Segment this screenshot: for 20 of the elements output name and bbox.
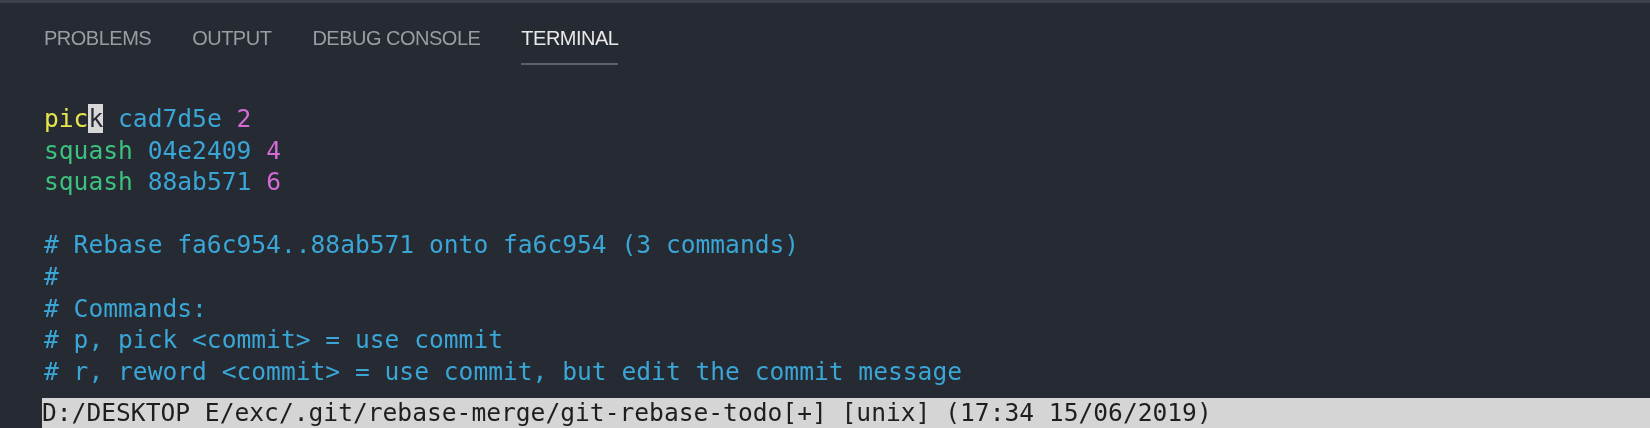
terminal-text: pic: [44, 104, 89, 133]
terminal-text: cad7d5e: [117, 104, 223, 133]
terminal-text: # Commands:: [44, 293, 207, 323]
panel-tab[interactable]: PROBLEMS: [44, 27, 152, 65]
panel-tab[interactable]: DEBUG CONSOLE: [312, 27, 481, 65]
panel-tab[interactable]: OUTPUT: [192, 27, 272, 65]
terminal-text: 6: [266, 167, 281, 197]
terminal-text: # r, reword <commit> = use commit, but edit the commit message: [44, 356, 962, 386]
panel-tab[interactable]: TERMINAL: [521, 27, 619, 65]
terminal-text: 04e2409: [147, 135, 253, 165]
terminal-text: # p, pick <commit> = use commit: [44, 325, 503, 355]
terminal-text: 2: [236, 104, 252, 133]
terminal-text: 88ab571: [147, 167, 253, 197]
terminal-text: squash: [44, 135, 134, 165]
status-bar: D:/DESKTOP E/exc/.git/rebase-merge/git-rebase-todo[+] [unix] (17:34 15/06/2019): [42, 398, 1650, 428]
terminal-text: #: [44, 261, 59, 291]
terminal-text: 4: [266, 135, 281, 165]
terminal-text: squash: [44, 167, 134, 197]
cursor-character: k: [88, 104, 104, 133]
terminal-text: # Rebase fa6c954..88ab571 onto fa6c954 (3 commands): [44, 230, 800, 260]
